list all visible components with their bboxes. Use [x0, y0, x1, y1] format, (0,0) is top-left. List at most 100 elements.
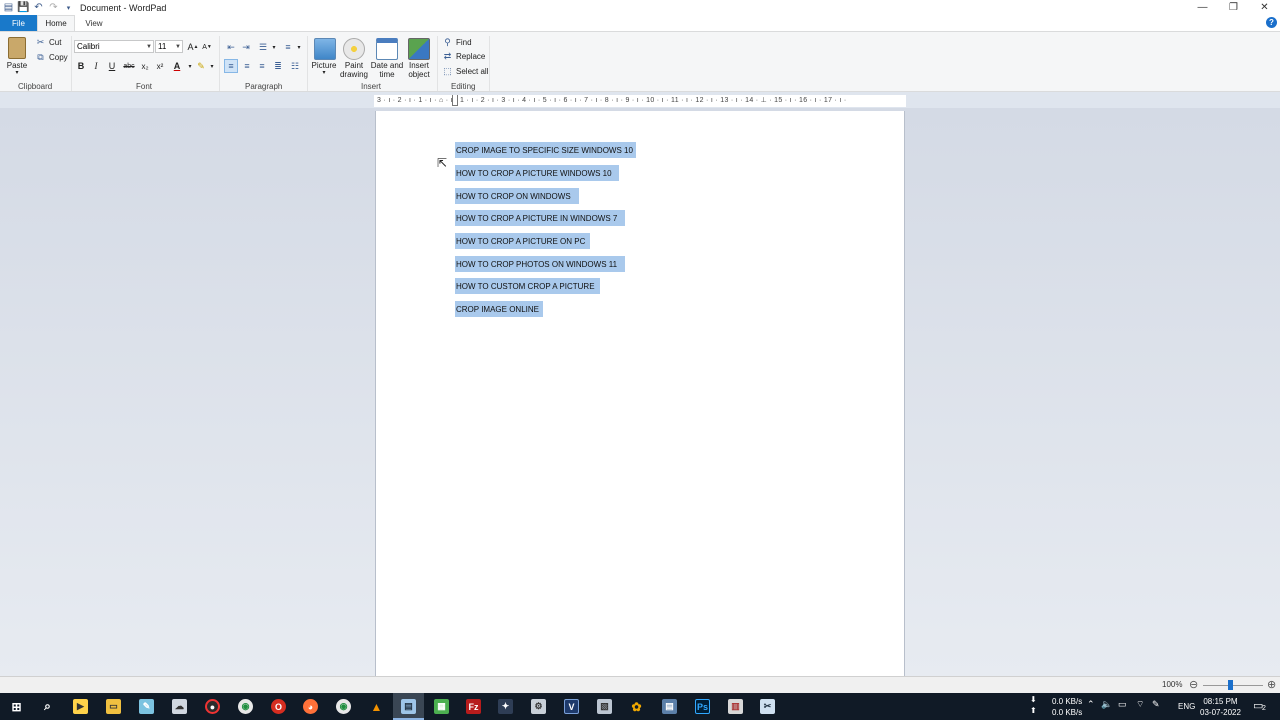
- ruler[interactable]: 3 · ı · 2 · ı · 1 · ı · ⌂ · ı · 1 · ı · …: [374, 95, 906, 107]
- vs-icon[interactable]: V: [564, 699, 579, 714]
- font-size-combo[interactable]: 11 ▼: [155, 40, 183, 53]
- zoom-slider-thumb[interactable]: [1228, 680, 1233, 690]
- pen-icon[interactable]: ✎: [1152, 699, 1160, 710]
- document-line[interactable]: HOW TO CROP A PICTURE ON PC: [455, 233, 590, 249]
- tab-view[interactable]: View: [75, 15, 113, 31]
- text-color-button[interactable]: A: [170, 59, 184, 73]
- decrease-indent-icon[interactable]: ⇤: [224, 40, 238, 54]
- ribbon-tab-strip: File Home View ?: [0, 15, 1280, 31]
- zoom-in-button[interactable]: ⊕: [1267, 678, 1276, 691]
- windows-start-icon[interactable]: ⊞: [9, 699, 24, 714]
- minimize-button[interactable]: —: [1187, 0, 1218, 15]
- document-line[interactable]: HOW TO CROP A PICTURE IN WINDOWS 7: [455, 210, 625, 226]
- filezilla-icon[interactable]: Fz: [466, 699, 481, 714]
- snipping-tool-icon[interactable]: ✂: [760, 699, 775, 714]
- document-line[interactable]: HOW TO CROP ON WINDOWS: [455, 188, 579, 204]
- chrome-alt-icon[interactable]: ◉: [336, 699, 351, 714]
- search-icon[interactable]: ⌕: [40, 699, 55, 714]
- chevron-up-icon[interactable]: ⌃: [1087, 699, 1095, 710]
- undo-icon[interactable]: ↶: [33, 2, 44, 13]
- paste-dropdown-icon[interactable]: ▾: [5, 69, 29, 78]
- media-player-icon[interactable]: ▶: [73, 699, 88, 714]
- find-button[interactable]: ⚲ Find: [442, 37, 471, 48]
- shrink-font-icon[interactable]: A ▼: [200, 40, 214, 54]
- tab-home[interactable]: Home: [37, 15, 75, 31]
- paint-palette-icon[interactable]: [343, 38, 365, 60]
- photoshop-icon[interactable]: Ps: [695, 699, 710, 714]
- align-left-icon[interactable]: ≡: [224, 59, 238, 73]
- save-icon[interactable]: 💾: [17, 2, 29, 13]
- tool-icon[interactable]: ⚙: [531, 699, 546, 714]
- customize-qat-icon[interactable]: ▾: [63, 2, 74, 13]
- select-all-button[interactable]: ⬚ Select all: [442, 66, 488, 77]
- increase-indent-icon[interactable]: ⇥: [239, 40, 253, 54]
- calendar-icon[interactable]: [376, 38, 398, 60]
- document-line[interactable]: HOW TO CROP PHOTOS ON WINDOWS 11: [455, 256, 625, 272]
- volume-icon[interactable]: 🔈: [1101, 699, 1112, 710]
- select-all-icon: ⬚: [443, 66, 452, 76]
- spreadsheet-icon[interactable]: ▦: [434, 699, 449, 714]
- zoom-out-button[interactable]: ⊖: [1189, 678, 1198, 691]
- left-indent-marker[interactable]: [452, 95, 458, 106]
- language-indicator[interactable]: ENG: [1178, 702, 1195, 711]
- document-line[interactable]: CROP IMAGE TO SPECIFIC SIZE WINDOWS 10: [455, 142, 636, 158]
- calculator-icon[interactable]: ▤: [662, 699, 677, 714]
- italic-button[interactable]: I: [89, 59, 103, 73]
- grow-font-icon[interactable]: A ▲: [186, 40, 200, 54]
- align-right-icon[interactable]: ≡: [255, 59, 269, 73]
- display-icon[interactable]: ▭: [1118, 699, 1127, 710]
- paste-icon[interactable]: [8, 37, 26, 59]
- document-page[interactable]: ⇱ CROP IMAGE TO SPECIFIC SIZE WINDOWS 10…: [375, 111, 905, 677]
- highlight-dropdown-icon[interactable]: ▾: [205, 59, 219, 73]
- group-divider: [437, 36, 438, 91]
- quick-access-toolbar: ▤ 💾 ↶ ↷ ▾: [0, 0, 74, 15]
- copy-button[interactable]: ⧉ Copy: [35, 52, 67, 63]
- wordpad-icon[interactable]: ▤: [401, 699, 416, 714]
- replace-button[interactable]: ⇄ Replace: [442, 51, 486, 62]
- subscript-button[interactable]: x₂: [138, 59, 152, 73]
- paragraph-settings-icon[interactable]: ☷: [288, 59, 302, 73]
- align-center-icon[interactable]: ≡: [240, 59, 254, 73]
- date-and-time-button[interactable]: Date and time: [368, 61, 406, 79]
- help-icon[interactable]: ?: [1266, 17, 1277, 28]
- chevron-down-icon[interactable]: ▾: [292, 40, 306, 54]
- document-line[interactable]: CROP IMAGE ONLINE: [455, 301, 543, 317]
- underline-button[interactable]: U: [105, 59, 119, 73]
- superscript-button[interactable]: x²: [153, 59, 167, 73]
- notepad-icon[interactable]: ✎: [139, 699, 154, 714]
- strikethrough-button[interactable]: abc: [121, 59, 137, 73]
- opera-icon[interactable]: O: [271, 699, 286, 714]
- paint-drawing-button[interactable]: Paint drawing: [336, 61, 372, 79]
- document-line[interactable]: HOW TO CROP A PICTURE WINDOWS 10: [455, 165, 619, 181]
- file-explorer-icon[interactable]: ▭: [106, 699, 121, 714]
- tab-file[interactable]: File: [0, 15, 37, 31]
- redo-icon[interactable]: ↷: [48, 2, 59, 13]
- insert-object-icon[interactable]: [408, 38, 430, 60]
- firefox-icon[interactable]: ◕: [303, 699, 318, 714]
- app-icon[interactable]: ▧: [597, 699, 612, 714]
- photos-icon[interactable]: ✿: [629, 699, 644, 714]
- insert-object-button[interactable]: Insert object: [402, 61, 436, 79]
- document-line[interactable]: HOW TO CUSTOM CROP A PICTURE: [455, 278, 600, 294]
- zoom-slider[interactable]: [1203, 685, 1263, 686]
- screen-recorder-icon[interactable]: ●: [205, 699, 220, 714]
- maximize-button[interactable]: ❐: [1218, 0, 1249, 15]
- status-bar: 100% ⊖ ⊕: [0, 676, 1280, 693]
- font-family-combo[interactable]: Calibri ▼: [74, 40, 154, 53]
- cut-button[interactable]: ✂ Cut: [35, 37, 62, 48]
- davinci-icon[interactable]: ✦: [498, 699, 513, 714]
- clock[interactable]: 08:15 PM 03-07-2022: [1200, 696, 1241, 718]
- archive-icon[interactable]: ▥: [728, 699, 743, 714]
- cloud-app-icon[interactable]: ☁: [172, 699, 187, 714]
- chevron-down-icon: ▼: [146, 44, 152, 50]
- justify-icon[interactable]: ≣: [271, 59, 285, 73]
- close-button[interactable]: ✕: [1249, 0, 1280, 15]
- chrome-icon[interactable]: ◉: [238, 699, 253, 714]
- picture-icon[interactable]: [314, 38, 336, 60]
- chevron-down-icon[interactable]: ▾: [267, 40, 281, 54]
- vlc-icon[interactable]: ▲: [369, 699, 384, 714]
- document-area[interactable]: ⇱ CROP IMAGE TO SPECIFIC SIZE WINDOWS 10…: [0, 108, 1280, 677]
- font-group-label: Font: [136, 82, 153, 91]
- bold-button[interactable]: B: [74, 59, 88, 73]
- network-icon[interactable]: ⌔: [1136, 699, 1144, 710]
